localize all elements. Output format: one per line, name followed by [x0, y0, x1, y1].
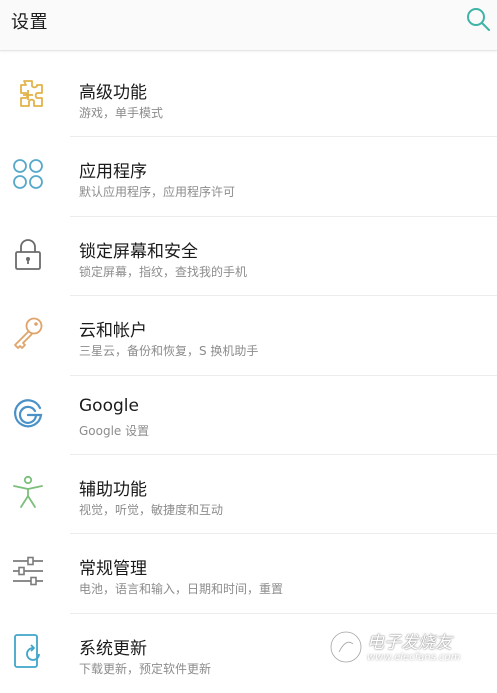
google-icon	[9, 394, 47, 432]
app-header: 设置	[0, 0, 497, 51]
item-label: 辅助功能	[79, 479, 147, 500]
item-subtitle: Google 设置	[79, 423, 150, 438]
settings-item-general-management[interactable]: 常规管理 电池，语言和输入，日期和时间，重置	[0, 534, 497, 614]
apps-grid-icon	[9, 155, 47, 193]
system-update-icon	[9, 632, 47, 670]
item-label: 云和帐户	[79, 321, 147, 342]
key-icon	[9, 314, 47, 352]
settings-item-lock-screen-security[interactable]: 锁定屏幕和安全 锁定屏幕，指纹，查找我的手机	[0, 217, 497, 297]
search-icon[interactable]	[465, 6, 491, 32]
item-label: 高级功能	[79, 83, 147, 103]
settings-item-apps[interactable]: 应用程序 默认应用程序，应用程序许可	[0, 137, 497, 217]
item-subtitle: 电池，语言和输入，日期和时间，重置	[79, 582, 284, 597]
item-subtitle: 锁定屏幕，指纹，查找我的手机	[79, 264, 248, 279]
item-label: 常规管理	[79, 559, 147, 580]
plus-puzzle-icon	[9, 76, 47, 114]
lock-icon	[9, 235, 47, 273]
item-subtitle: 下载更新，预定软件更新	[79, 661, 212, 676]
item-label: Google	[79, 395, 139, 416]
settings-item-system-update[interactable]: 系统更新 下载更新，预定软件更新	[0, 614, 497, 693]
item-subtitle: 视觉，听觉，敏捷度和互动	[79, 502, 224, 517]
item-label: 系统更新	[79, 638, 147, 659]
settings-list: 高级功能 游戏，单手模式 应用程序 默认应用程序，应用程序许可 锁定屏幕和安全	[0, 58, 497, 693]
item-subtitle: 三星云，备份和恢复，S 换机助手	[79, 344, 259, 359]
settings-item-accessibility[interactable]: 辅助功能 视觉，听觉，敏捷度和互动	[0, 455, 497, 535]
settings-item-google[interactable]: Google Google 设置	[0, 376, 497, 455]
item-subtitle: 默认应用程序，应用程序许可	[79, 185, 236, 200]
item-subtitle: 游戏，单手模式	[79, 106, 164, 120]
item-label: 锁定屏幕和安全	[79, 241, 198, 262]
sliders-icon	[9, 552, 47, 590]
page-title: 设置	[11, 12, 48, 33]
settings-item-advanced-features[interactable]: 高级功能 游戏，单手模式	[0, 58, 497, 138]
item-label: 应用程序	[79, 162, 147, 183]
accessibility-icon	[9, 473, 47, 511]
settings-item-cloud-accounts[interactable]: 云和帐户 三星云，备份和恢复，S 换机助手	[0, 296, 497, 376]
